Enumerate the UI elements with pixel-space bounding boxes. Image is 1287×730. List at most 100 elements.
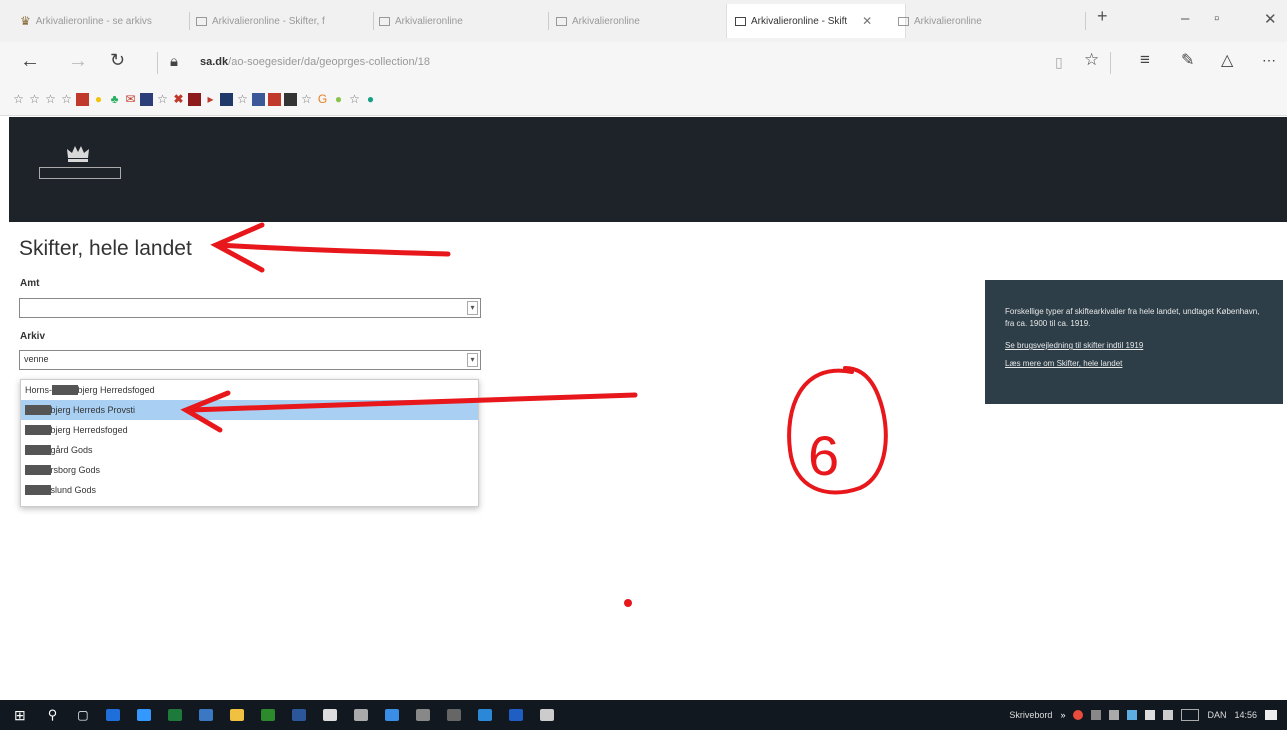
arkiv-dropdown-list: Horns-Vennebjerg Herredsfoged Vennebjerg… — [20, 379, 479, 507]
clock[interactable]: 14:56 — [1234, 710, 1257, 720]
cloud-icon[interactable] — [322, 709, 337, 721]
notifications-icon[interactable] — [1265, 710, 1277, 720]
store-icon[interactable] — [508, 709, 523, 721]
favorite-site-icon[interactable]: G — [316, 93, 329, 106]
minimize-button[interactable]: – — [1181, 10, 1189, 27]
excel-icon[interactable] — [167, 709, 182, 721]
page-title: Skifter, hele landet — [19, 237, 192, 260]
tray-app-icon[interactable] — [1073, 710, 1084, 720]
favorite-star-icon[interactable]: ☆ — [1084, 50, 1099, 70]
arkiv-input-value[interactable]: venne — [24, 354, 49, 364]
back-arrow-icon[interactable]: ← — [20, 50, 40, 73]
share-icon[interactable]: △ — [1221, 50, 1233, 70]
tab-6[interactable]: Arkivalieronline — [898, 8, 1068, 34]
refresh-icon[interactable]: ↻ — [110, 50, 125, 71]
favorite-star-icon[interactable]: ☆ — [348, 93, 361, 106]
tab-5-active[interactable]: Arkivalieronline - Skift ✕ — [726, 4, 906, 38]
dropdown-option[interactable]: Vennebjerg Herredsfoged — [21, 420, 478, 440]
tab-1[interactable]: ♛ Arkivalieronline - se arkivs — [20, 8, 180, 34]
edge-icon[interactable] — [105, 709, 120, 721]
site-header — [9, 117, 1287, 222]
dropdown-option[interactable]: Venneslund Gods — [21, 480, 478, 500]
more-icon[interactable]: ⋯ — [1262, 52, 1276, 69]
tab-2[interactable]: Arkivalieronline - Skifter, f — [196, 8, 366, 34]
volume-icon[interactable] — [1163, 710, 1174, 720]
favorite-site-icon[interactable]: ▸ — [204, 93, 217, 106]
crown-favicon-icon: ♛ — [20, 14, 31, 28]
reading-view-icon[interactable]: ▯ — [1055, 54, 1063, 71]
address-bar[interactable]: sa.dk/ao-soegesider/da/geoprges-collecti… — [200, 56, 430, 68]
close-window-button[interactable]: ✕ — [1264, 10, 1277, 28]
app-icon[interactable] — [136, 709, 151, 721]
user-guide-link[interactable]: Se brugsvejledning til skifter indtil 19… — [1005, 340, 1265, 352]
info-text: Forskellige typer af skiftearkivalier fr… — [1005, 307, 1260, 328]
chevron-down-icon[interactable]: ▾ — [467, 301, 478, 315]
arkiv-select[interactable]: venne ▾ — [19, 350, 481, 370]
favorite-site-icon[interactable]: ● — [92, 93, 105, 106]
favorite-site-icon[interactable]: ♣ — [108, 93, 121, 106]
tray-app-icon[interactable] — [1091, 710, 1102, 720]
read-more-link[interactable]: Læs mere om Skifter, hele landet — [1005, 358, 1265, 370]
app-icon[interactable] — [446, 709, 461, 721]
app-icon[interactable] — [353, 709, 368, 721]
facebook-icon[interactable] — [252, 93, 265, 106]
app-icon[interactable] — [477, 709, 492, 721]
favorite-site-icon[interactable] — [268, 93, 281, 106]
folder-icon[interactable] — [229, 709, 244, 721]
dropdown-option[interactable]: Vennegård Gods — [21, 440, 478, 460]
favorite-site-icon[interactable]: ✉ — [124, 93, 137, 106]
keyboard-icon[interactable] — [1181, 709, 1200, 721]
hub-icon[interactable]: ≡ — [1140, 50, 1150, 70]
app-icon[interactable] — [198, 709, 213, 721]
language-indicator[interactable]: DAN — [1207, 710, 1226, 720]
favorite-star-icon[interactable]: ☆ — [44, 93, 57, 106]
favorite-star-icon[interactable]: ☆ — [156, 93, 169, 106]
url-domain: sa.dk — [200, 56, 229, 68]
windows-start-icon[interactable]: ⊞ — [14, 707, 26, 724]
favorite-star-icon[interactable]: ☆ — [300, 93, 313, 106]
favorite-site-icon[interactable]: ● — [332, 93, 345, 106]
desktop-toolbar-label[interactable]: Skrivebord — [1009, 710, 1052, 720]
favorite-site-icon[interactable] — [220, 93, 233, 106]
red-dot — [624, 599, 632, 607]
favorite-star-icon[interactable]: ☆ — [12, 93, 25, 106]
dropdown-option[interactable]: Horns-Vennebjerg Herredsfoged — [21, 380, 478, 400]
forward-arrow-icon[interactable]: → — [68, 50, 88, 73]
network-icon[interactable] — [1145, 710, 1156, 720]
maximize-button[interactable]: ▫ — [1214, 10, 1219, 27]
close-tab-icon[interactable]: ✕ — [862, 14, 872, 28]
favorite-site-icon[interactable] — [140, 93, 153, 106]
tab-4[interactable]: Arkivalieronline — [556, 8, 716, 34]
favorite-site-icon[interactable]: ● — [364, 93, 377, 106]
crown-logo-icon[interactable] — [65, 143, 91, 163]
favorite-site-icon[interactable] — [284, 93, 297, 106]
tray-app-icon[interactable] — [1127, 710, 1138, 720]
favorite-site-icon[interactable] — [188, 93, 201, 106]
rigsarkivet-logo-icon[interactable] — [39, 167, 121, 179]
dropdown-option[interactable]: Vennersborg Gods — [21, 460, 478, 480]
url-path: /ao-soegesider/da/geoprges-collection/18 — [228, 56, 430, 68]
app-icon[interactable] — [384, 709, 399, 721]
amt-select[interactable]: ▾ — [19, 298, 481, 318]
tab-3[interactable]: Arkivalieronline — [379, 8, 539, 34]
word-icon[interactable] — [291, 709, 306, 721]
app-icon[interactable] — [415, 709, 430, 721]
app-icon[interactable] — [260, 709, 275, 721]
app-icon[interactable] — [539, 709, 554, 721]
info-box: Forskellige typer af skiftearkivalier fr… — [985, 280, 1283, 404]
tab-title: Arkivalieronline - Skifter, f — [212, 15, 325, 27]
windows-taskbar: ⊞ ⚲ ▢ Skrivebord » DAN 14:56 — [0, 700, 1287, 730]
chevron-down-icon[interactable]: ▾ — [467, 353, 478, 367]
tray-app-icon[interactable] — [1109, 710, 1120, 720]
favorite-star-icon[interactable]: ☆ — [60, 93, 73, 106]
favorite-site-icon[interactable] — [76, 93, 89, 106]
tray-overflow-icon[interactable]: » — [1060, 710, 1065, 720]
favorite-star-icon[interactable]: ☆ — [236, 93, 249, 106]
favorite-site-icon[interactable]: ✖ — [172, 93, 185, 106]
favorite-star-icon[interactable]: ☆ — [28, 93, 41, 106]
dropdown-option-selected[interactable]: Vennebjerg Herreds Provsti — [21, 400, 478, 420]
search-icon[interactable]: ⚲ — [48, 707, 58, 723]
web-note-icon[interactable]: ✎ — [1181, 50, 1194, 70]
new-tab-button[interactable]: + — [1097, 6, 1108, 27]
task-view-icon[interactable]: ▢ — [77, 708, 88, 722]
